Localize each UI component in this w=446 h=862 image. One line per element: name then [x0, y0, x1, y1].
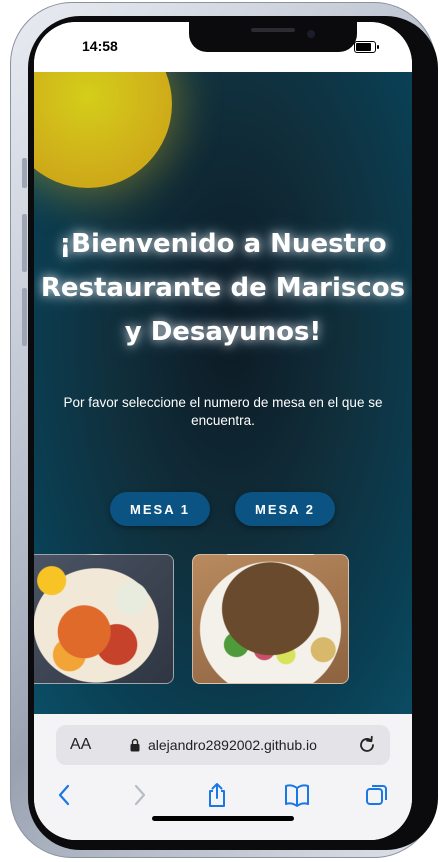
sun-decoration	[34, 72, 172, 188]
fried-fish-image	[192, 554, 349, 684]
status-time: 14:58	[82, 38, 118, 54]
page-subtitle: Por favor seleccione el numero de mesa e…	[63, 395, 383, 428]
lock-icon	[130, 738, 140, 752]
web-content[interactable]: ¡Bienvenido a Nuestro Restaurante de Mar…	[34, 72, 412, 714]
home-indicator[interactable]	[152, 816, 294, 821]
reload-icon[interactable]	[356, 734, 378, 756]
mesa-1-button[interactable]: MESA 1	[110, 492, 210, 526]
front-camera	[307, 30, 315, 38]
volume-down-button	[22, 288, 27, 346]
seafood-platter-image	[34, 554, 174, 684]
forward-icon[interactable]	[126, 782, 152, 808]
phone-screen: 14:58 5G ¡Bienvenido a Nuestro Restauran…	[34, 22, 412, 840]
address-bar[interactable]: AA alejandro2892002.github.io	[56, 725, 390, 765]
browser-toolbar: AA alejandro2892002.github.io	[34, 714, 412, 840]
back-icon[interactable]	[52, 782, 78, 808]
page-title: ¡Bienvenido a Nuestro Restaurante de Mar…	[40, 229, 406, 347]
battery-icon	[354, 41, 379, 53]
tabs-icon[interactable]	[364, 782, 390, 808]
volume-up-button	[22, 214, 27, 272]
bookmarks-icon[interactable]	[284, 782, 310, 808]
mesa-2-button[interactable]: MESA 2	[235, 492, 335, 526]
share-icon[interactable]	[204, 782, 230, 808]
silent-switch	[22, 158, 27, 188]
url-text[interactable]: alejandro2892002.github.io	[148, 737, 317, 753]
battery-level	[356, 43, 372, 51]
speaker-grille	[251, 28, 295, 32]
text-size-button[interactable]: AA	[70, 736, 91, 754]
notch	[189, 22, 357, 52]
